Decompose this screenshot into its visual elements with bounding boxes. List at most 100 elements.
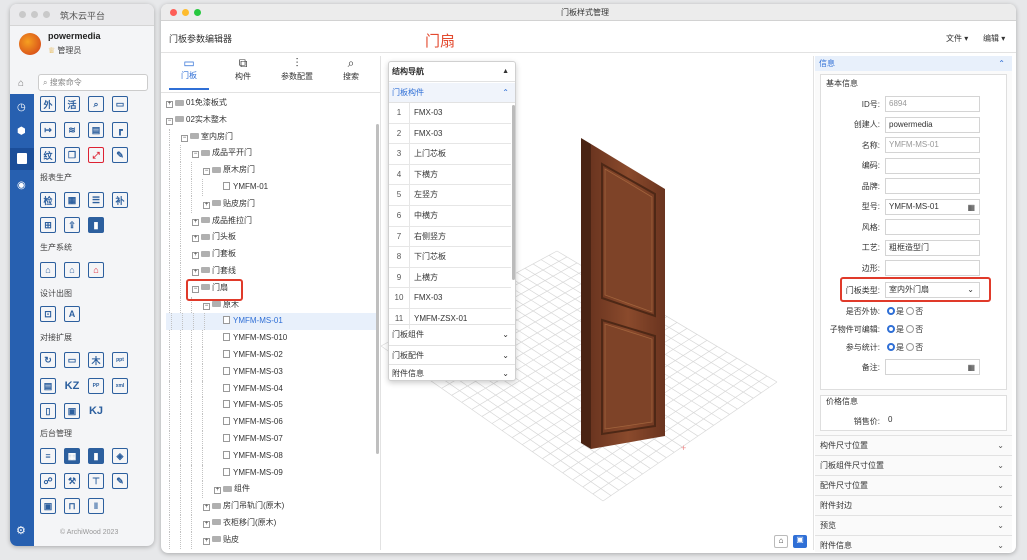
panel-components-header[interactable]: 门板构件 ⌃ (389, 83, 515, 103)
machine-3-icon[interactable]: ⌂ (88, 262, 104, 278)
report-icon[interactable]: ▦ (64, 192, 80, 208)
import-icon[interactable]: ↦ (40, 122, 56, 138)
component-row[interactable]: 7 右侧竖方 (389, 226, 511, 248)
section-attach[interactable]: 附件信息 ⌄ (389, 364, 515, 381)
edit-icon[interactable]: ✎ (112, 473, 128, 489)
expand-icon[interactable]: + (166, 101, 173, 108)
home-icon[interactable]: ⌂ (18, 78, 24, 89)
settings-icon[interactable]: ⚙ (16, 524, 26, 537)
tree-node[interactable]: YMFM-MS-06 (166, 414, 376, 431)
resize-icon[interactable]: ⤢ (88, 147, 104, 163)
tree-node[interactable]: + 成品推拉门 (166, 212, 376, 230)
circle-icon[interactable]: ◉ (17, 180, 26, 191)
tree-node[interactable]: + 门套板 (166, 246, 376, 263)
expand-icon[interactable]: + (192, 235, 199, 243)
expand-icon[interactable]: − (181, 134, 188, 142)
tree-node[interactable]: + 房门吊轨门(原木) (166, 498, 376, 515)
list-scrollbar[interactable] (512, 105, 515, 280)
expand-icon[interactable]: + (192, 268, 199, 276)
expand-icon[interactable]: + (203, 520, 210, 528)
structure-nav-header[interactable]: 结构导航 ▲ (389, 62, 515, 82)
component-row[interactable]: 3 上门芯板 (389, 144, 511, 165)
expand-icon[interactable]: + (192, 218, 199, 226)
active-tool-icon[interactable]: 活 (64, 96, 80, 112)
database-icon[interactable]: ≡ (40, 448, 56, 464)
ppt-icon[interactable]: ppt (112, 352, 128, 368)
tree-node[interactable]: − 02实木整木 (166, 112, 376, 129)
component-row[interactable]: 6 中横方 (389, 205, 511, 227)
tree-node[interactable]: YMFM-MS-05 (166, 397, 376, 415)
upload-icon[interactable]: ⇪ (64, 217, 80, 233)
tree-node[interactable]: + 贴皮 (166, 531, 376, 549)
tree-node[interactable]: + 贴皮房门 (166, 195, 376, 213)
expand-icon[interactable]: + (203, 504, 210, 512)
field-input[interactable]: YMFM-MS-01 (885, 137, 980, 153)
xml-icon[interactable]: xml (112, 378, 128, 394)
machine-icon[interactable]: ⌂ (40, 262, 56, 278)
menu-file[interactable]: 文件 ▾ (946, 33, 968, 44)
cubes-icon[interactable]: ❒ (64, 147, 80, 163)
tree-node[interactable]: − 室内房门 (166, 128, 376, 146)
cube-icon[interactable]: ⬢ (17, 126, 26, 137)
pin-icon[interactable]: ⊤ (88, 473, 104, 489)
command-search[interactable]: ⌕ 搜索命令 (38, 74, 148, 91)
expand-icon[interactable]: + (203, 201, 210, 209)
radio-no[interactable] (906, 342, 915, 351)
list-doc-icon[interactable]: ☰ (88, 192, 104, 208)
section-panel-parts[interactable]: 门板配件 ⌄ (389, 345, 515, 365)
cabinet-icon[interactable]: ▮ (88, 217, 104, 233)
info-section[interactable]: 附件信息 ⌄ (815, 535, 1012, 555)
expand-icon[interactable]: − (203, 168, 210, 176)
component-row[interactable]: 2 FMX-03 (389, 123, 511, 145)
pp-icon[interactable]: PP (88, 378, 104, 394)
shelf-icon[interactable]: ⊓ (64, 498, 80, 514)
field-input[interactable]: 粗框造型门 (885, 239, 980, 256)
radio-yes[interactable] (887, 342, 895, 351)
image-doc-icon[interactable]: ▤ (88, 122, 104, 138)
clock-icon[interactable]: ◷ (17, 102, 26, 113)
component-row[interactable]: 5 左竖方 (389, 185, 511, 206)
expand-icon[interactable]: − (203, 302, 210, 310)
component-list[interactable]: 1 FMX-03 2 FMX-03 3 上门芯板 4 下横方 5 左竖方 6 中横方 7 右侧竖方 8 下门芯… (389, 103, 511, 329)
outer-tool-icon[interactable]: 外 (40, 96, 56, 112)
tree-node[interactable]: + 组件 (166, 481, 376, 499)
field-input[interactable]: YMFM-MS-01 ▦ (885, 198, 980, 215)
tree-node[interactable]: YMFM-MS-01 (166, 313, 376, 331)
tree-node[interactable]: YMFM-MS-04 (166, 380, 376, 398)
field-input[interactable]: powermedia (885, 116, 980, 133)
kz-icon[interactable]: KZ (64, 378, 80, 394)
tree-node[interactable]: + 门头板 (166, 229, 376, 247)
tree-node[interactable]: YMFM-MS-02 (166, 346, 376, 364)
component-row[interactable]: 9 上横方 (389, 267, 511, 289)
view-tool-active-icon[interactable]: ▣ (793, 535, 807, 548)
field-input[interactable] (885, 219, 980, 235)
pen-icon[interactable]: ✎ (112, 147, 128, 163)
minimize-icon[interactable] (182, 9, 189, 16)
tree-node[interactable]: +01免漆板式 (166, 95, 376, 112)
info-section[interactable]: 配件尺寸位置 ⌄ (815, 475, 1012, 495)
info-section[interactable]: 预览 ⌄ (815, 515, 1012, 535)
wood-icon[interactable]: 木 (88, 352, 104, 368)
box-chart-icon[interactable]: ⊞ (40, 217, 56, 233)
check-icon[interactable]: 检 (40, 192, 56, 208)
tab-panel[interactable]: ▭ 门板 (169, 56, 209, 90)
tree-node[interactable]: + 门套线 (166, 262, 376, 280)
grain-icon[interactable]: ≋ (64, 122, 80, 138)
tree-node[interactable]: − 成品平开门 (166, 145, 376, 163)
doc-icon[interactable]: ▯ (40, 403, 56, 419)
field-input[interactable] (885, 178, 980, 194)
nav-active-icon[interactable] (10, 148, 34, 170)
view-tool-icon[interactable]: ⌂ (774, 535, 788, 548)
expand-icon[interactable]: + (203, 537, 210, 545)
tab-component[interactable]: ⧉ 构件 (223, 56, 263, 90)
tree-node[interactable]: YMFM-MS-08 (166, 447, 376, 465)
kj-icon[interactable]: KJ (88, 403, 104, 419)
category-tree[interactable]: +01免漆板式 − 02实木整木 − 室内房门 − 成品平开门 − 原木房门 YMFM-01 + 贴皮… (166, 95, 376, 551)
ruler-icon[interactable]: ▭ (112, 96, 128, 112)
tree-node[interactable]: YMFM-MS-03 (166, 363, 376, 381)
tree-scrollbar[interactable] (376, 124, 379, 454)
expand-icon[interactable]: + (214, 487, 221, 495)
expand-icon[interactable]: − (166, 117, 173, 125)
tree-node[interactable]: YMFM-MS-010 (166, 330, 376, 347)
section-panel-group[interactable]: 门板组件 ⌄ (389, 324, 515, 344)
